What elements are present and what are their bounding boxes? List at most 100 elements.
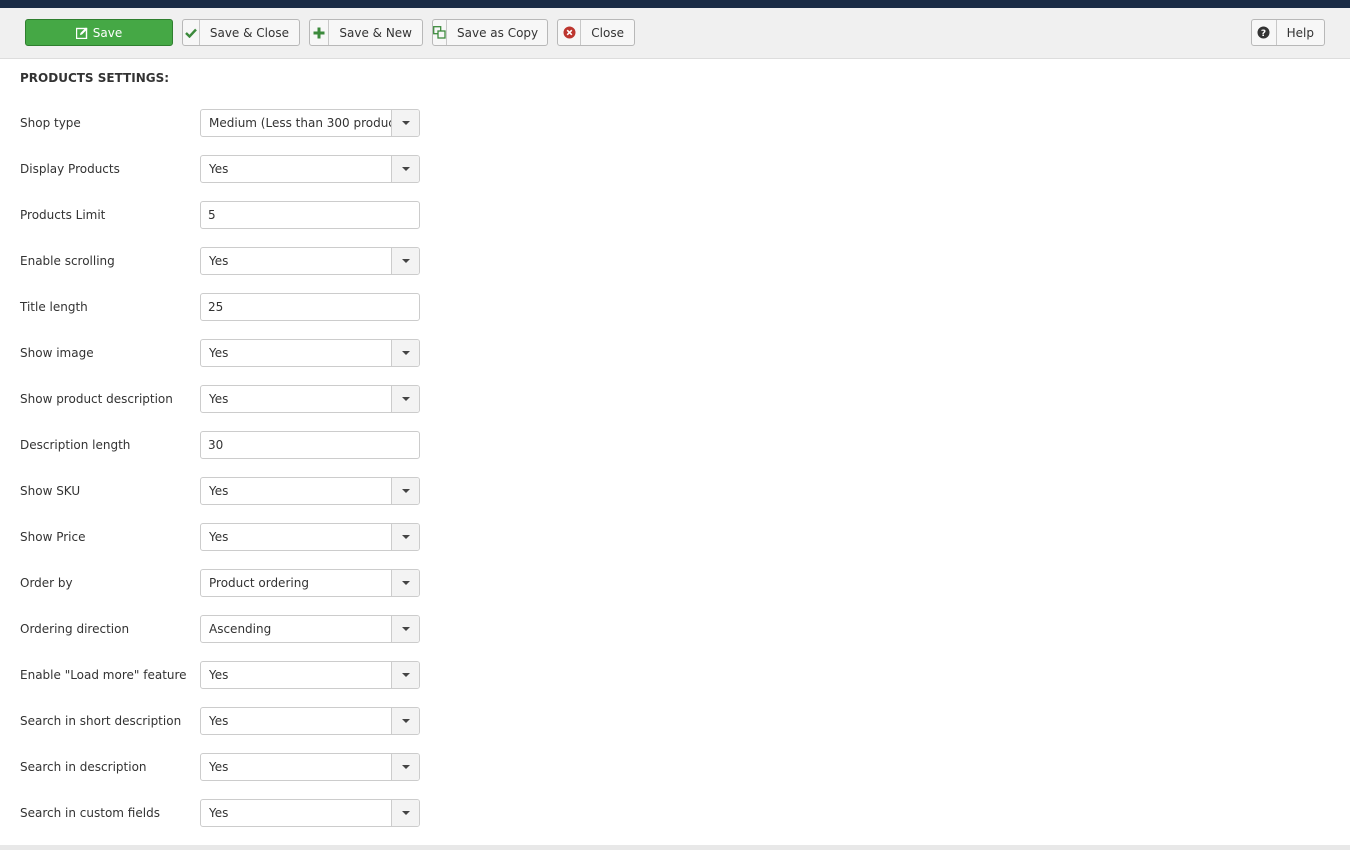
save-new-button[interactable]: Save & New [309, 19, 423, 46]
save-new-label: Save & New [339, 25, 412, 40]
form-row: Order by Product ordering [20, 569, 440, 597]
selected-value: Yes [209, 346, 229, 360]
save-as-copy-label: Save as Copy [457, 25, 539, 40]
edit-icon [75, 20, 93, 45]
selected-value: Yes [209, 530, 229, 544]
field-label: Show product description [20, 392, 173, 406]
form-row: Display Products Yes [20, 155, 440, 183]
select-dropdown[interactable]: Yes [200, 385, 420, 413]
save-as-copy-button[interactable]: Save as Copy [432, 19, 548, 46]
text-input[interactable]: 25 [200, 293, 420, 321]
field-label: Show SKU [20, 484, 81, 498]
field-label: Search in custom fields [20, 806, 160, 820]
svg-text:?: ? [1261, 29, 1266, 39]
top-nav-bar [0, 0, 1350, 8]
select-dropdown[interactable]: Yes [200, 155, 420, 183]
caret-down-icon[interactable] [391, 708, 419, 734]
select-dropdown[interactable]: Ascending [200, 615, 420, 643]
field-label: Enable "Load more" feature [20, 668, 187, 682]
caret-down-icon[interactable] [391, 110, 419, 136]
caret-down-icon[interactable] [391, 524, 419, 550]
save-close-label: Save & Close [209, 25, 289, 40]
close-label: Close [591, 25, 624, 40]
select-dropdown[interactable]: Yes [200, 753, 420, 781]
select-dropdown[interactable]: Medium (Less than 300 produc... [200, 109, 420, 137]
selected-value: Yes [209, 714, 229, 728]
caret-down-icon[interactable] [391, 386, 419, 412]
form-row: Ordering direction Ascending [20, 615, 440, 643]
caret-down-icon[interactable] [391, 616, 419, 642]
select-dropdown[interactable]: Yes [200, 661, 420, 689]
field-label: Products Limit [20, 208, 106, 222]
selected-value: Yes [209, 484, 229, 498]
help-button[interactable]: ? Help [1251, 19, 1325, 46]
select-dropdown[interactable]: Yes [200, 247, 420, 275]
text-input[interactable]: 5 [200, 201, 420, 229]
selected-value: Yes [209, 760, 229, 774]
caret-down-icon[interactable] [391, 662, 419, 688]
check-icon [183, 20, 200, 45]
select-dropdown[interactable]: Yes [200, 707, 420, 735]
save-close-button[interactable]: Save & Close [182, 19, 300, 46]
form-row: Title length 25 [20, 293, 440, 321]
help-label: Help [1286, 25, 1314, 40]
selected-value: Yes [209, 668, 229, 682]
field-label: Search in short description [20, 714, 182, 728]
caret-down-icon[interactable] [391, 478, 419, 504]
field-label: Search in description [20, 760, 147, 774]
caret-down-icon[interactable] [391, 340, 419, 366]
form-row: Search in short description Yes [20, 707, 440, 735]
plus-icon [310, 20, 330, 45]
form-row: Description length 30 [20, 431, 440, 459]
form-row: Search in custom fields Yes [20, 799, 440, 827]
form-row: Enable scrolling Yes [20, 247, 440, 275]
section-title: PRODUCTS SETTINGS: [20, 71, 170, 85]
caret-down-icon[interactable] [391, 570, 419, 596]
question-circle-icon: ? [1252, 20, 1277, 45]
selected-value: Product ordering [209, 576, 309, 590]
form-row: Show product description Yes [20, 385, 440, 413]
selected-value: Medium (Less than 300 produc... [209, 116, 391, 130]
bottom-divider [0, 845, 1350, 850]
caret-down-icon[interactable] [391, 156, 419, 182]
field-label: Order by [20, 576, 73, 590]
form-row: Show image Yes [20, 339, 440, 367]
field-label: Display Products [20, 162, 120, 176]
input-value: 25 [208, 300, 224, 314]
caret-down-icon[interactable] [391, 248, 419, 274]
field-label: Shop type [20, 116, 81, 130]
form-row: Search in description Yes [20, 753, 440, 781]
copy-icon [433, 20, 447, 45]
field-label: Enable scrolling [20, 254, 115, 268]
selected-value: Ascending [209, 622, 272, 636]
selected-value: Yes [209, 392, 229, 406]
input-value: 30 [208, 438, 224, 452]
select-dropdown[interactable]: Yes [200, 339, 420, 367]
form-row: Products Limit 5 [20, 201, 440, 229]
select-dropdown[interactable]: Yes [200, 477, 420, 505]
text-input[interactable]: 30 [200, 431, 420, 459]
close-button[interactable]: Close [557, 19, 635, 46]
input-value: 5 [208, 208, 216, 222]
field-label: Show Price [20, 530, 86, 544]
caret-down-icon[interactable] [391, 800, 419, 826]
form-row: Show Price Yes [20, 523, 440, 551]
selected-value: Yes [209, 254, 229, 268]
save-button[interactable]: Save [25, 19, 173, 46]
toolbar: Save Save & Close Save & New Save as Cop… [0, 8, 1350, 59]
form-row: Enable "Load more" feature Yes [20, 661, 440, 689]
field-label: Title length [20, 300, 88, 314]
select-dropdown[interactable]: Yes [200, 799, 420, 827]
close-circle-icon [558, 20, 582, 45]
save-button-label: Save [92, 25, 123, 40]
field-label: Show image [20, 346, 94, 360]
select-dropdown[interactable]: Yes [200, 523, 420, 551]
caret-down-icon[interactable] [391, 754, 419, 780]
field-label: Ordering direction [20, 622, 130, 636]
selected-value: Yes [209, 806, 229, 820]
form-row: Show SKU Yes [20, 477, 440, 505]
select-dropdown[interactable]: Product ordering [200, 569, 420, 597]
field-label: Description length [20, 438, 131, 452]
selected-value: Yes [209, 162, 229, 176]
form-row: Shop type Medium (Less than 300 produc... [20, 109, 440, 137]
